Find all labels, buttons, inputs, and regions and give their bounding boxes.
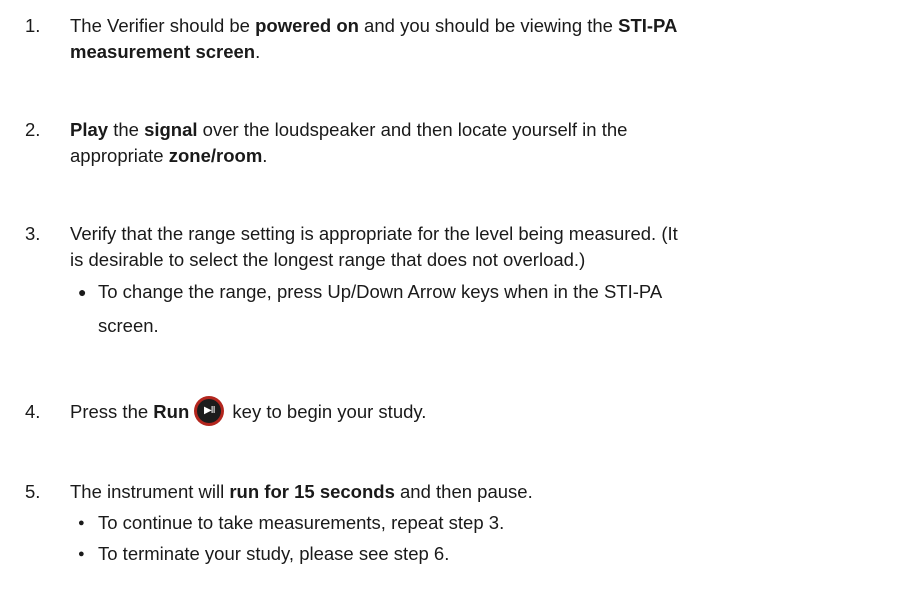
bullet-dot: ● <box>78 548 85 560</box>
step-text: Verify that the range setting is appropr… <box>70 221 915 273</box>
step-line: is desirable to select the longest range… <box>70 249 586 270</box>
step-number: 5. <box>25 481 41 502</box>
step-text: The Verifier should be powered on and yo… <box>70 13 915 65</box>
step-line: Verify that the range setting is appropr… <box>70 223 678 244</box>
step-text: The instrument will run for 15 seconds a… <box>70 481 533 502</box>
step-text: Play the signal over the loudspeaker and… <box>70 117 915 169</box>
step-line: Play the signal over the loudspeaker and… <box>70 119 628 140</box>
bullet-dot: ● <box>78 517 85 529</box>
step-number: 1. <box>25 15 41 36</box>
bullet-dot: ● <box>78 284 87 300</box>
play-pause-icon: ▶II <box>194 396 225 427</box>
step-number: 4. <box>25 401 41 422</box>
step-line: appropriate zone/room. <box>70 145 268 166</box>
step-number: 3. <box>25 223 41 244</box>
bullet-text: To terminate your study, please see step… <box>98 543 450 564</box>
step-line: measurement screen. <box>70 41 261 62</box>
bullet-text: To change the range, press Up/Down Arrow… <box>98 281 663 336</box>
step-line: The Verifier should be powered on and yo… <box>70 15 678 36</box>
step-text: Press the Run ▶II key to begin your study… <box>70 396 915 427</box>
step-number: 2. <box>25 119 41 140</box>
bullet-text: To continue to take measurements, repeat… <box>98 512 505 533</box>
